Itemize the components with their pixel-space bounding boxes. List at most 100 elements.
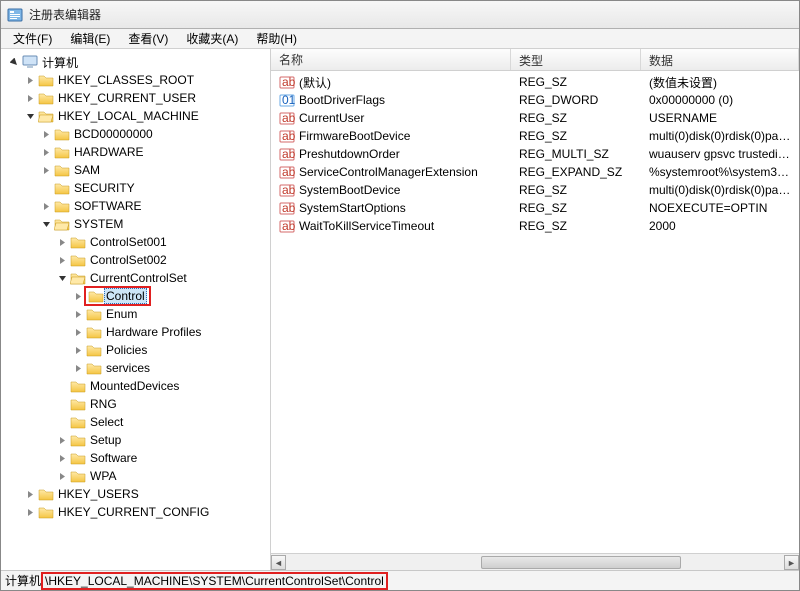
expand-icon[interactable] bbox=[41, 201, 52, 212]
title-bar: 注册表编辑器 bbox=[1, 1, 799, 29]
folder-icon bbox=[70, 397, 86, 411]
expand-icon[interactable] bbox=[73, 345, 84, 356]
tree-node-setup[interactable]: Setup bbox=[55, 431, 270, 449]
tree-node-mounted[interactable]: MountedDevices bbox=[55, 377, 270, 395]
tree-node-cs002[interactable]: ControlSet002 bbox=[55, 251, 270, 269]
tree-node-hkcc[interactable]: HKEY_CURRENT_CONFIG bbox=[23, 503, 270, 521]
value-type: REG_SZ bbox=[519, 129, 567, 143]
expand-icon[interactable] bbox=[57, 237, 68, 248]
reg-string-icon: ab bbox=[279, 110, 295, 126]
menu-help[interactable]: 帮助(H) bbox=[248, 28, 305, 49]
expand-icon[interactable] bbox=[57, 453, 68, 464]
tree-node-control[interactable]: Control bbox=[71, 287, 270, 305]
no-expand-icon bbox=[57, 381, 68, 392]
collapse-icon[interactable] bbox=[25, 111, 36, 122]
list-row[interactable]: ab SystemStartOptions REG_SZ NOEXECUTE=OPT… bbox=[271, 199, 799, 217]
list-body[interactable]: ab(默认)REG_SZ(数值未设置)011BootDriverFlagsREG… bbox=[271, 71, 799, 553]
tree-label: ControlSet002 bbox=[88, 253, 169, 267]
annotation-highlight: \HKEY_LOCAL_MACHINE\SYSTEM\CurrentContro… bbox=[41, 572, 388, 590]
expand-icon[interactable] bbox=[57, 435, 68, 446]
value-data: NOEXECUTE=OPTIN bbox=[649, 201, 767, 215]
list-row[interactable]: ab(默认)REG_SZ(数值未设置) bbox=[271, 73, 799, 91]
menu-view[interactable]: 查看(V) bbox=[120, 28, 176, 49]
expand-icon[interactable] bbox=[25, 489, 36, 500]
expand-icon[interactable] bbox=[25, 75, 36, 86]
tree-node-policies[interactable]: Policies bbox=[71, 341, 270, 359]
tree-node-software[interactable]: SOFTWARE bbox=[39, 197, 270, 215]
svg-text:ab: ab bbox=[282, 75, 295, 89]
tree-node-computer[interactable]: 计算机 bbox=[7, 53, 270, 71]
horizontal-scrollbar[interactable]: ◄ ► bbox=[271, 553, 799, 570]
tree-node-hardware[interactable]: HARDWARE bbox=[39, 143, 270, 161]
value-name: FirmwareBootDevice bbox=[299, 129, 410, 143]
tree-node-hkcr[interactable]: HKEY_CLASSES_ROOT bbox=[23, 71, 270, 89]
value-name: SystemStartOptions bbox=[299, 201, 406, 215]
app-icon bbox=[7, 7, 23, 23]
folder-icon bbox=[70, 451, 86, 465]
list-row[interactable]: abPreshutdownOrderREG_MULTI_SZwuauserv g… bbox=[271, 145, 799, 163]
tree-node-software2[interactable]: Software bbox=[55, 449, 270, 467]
collapse-icon[interactable] bbox=[9, 57, 20, 68]
tree-label: services bbox=[104, 361, 152, 375]
svg-text:011: 011 bbox=[282, 93, 295, 107]
tree-node-hklm[interactable]: HKEY_LOCAL_MACHINE bbox=[23, 107, 270, 125]
tree-node-rng[interactable]: RNG bbox=[55, 395, 270, 413]
tree-node-hku[interactable]: HKEY_USERS bbox=[23, 485, 270, 503]
collapse-icon[interactable] bbox=[41, 219, 52, 230]
tree-node-cs001[interactable]: ControlSet001 bbox=[55, 233, 270, 251]
expand-icon[interactable] bbox=[41, 147, 52, 158]
tree-pane[interactable]: 计算机 HKEY_CLASSES_ROOT HKEY_CURRENT_USER … bbox=[1, 49, 271, 570]
expand-icon[interactable] bbox=[73, 291, 84, 302]
list-row[interactable]: abFirmwareBootDeviceREG_SZmulti(0)disk(0… bbox=[271, 127, 799, 145]
scroll-thumb[interactable] bbox=[481, 556, 681, 569]
value-type: REG_SZ bbox=[519, 111, 567, 125]
list-row[interactable]: abServiceControlManagerExtensionREG_EXPA… bbox=[271, 163, 799, 181]
scroll-right-icon[interactable]: ► bbox=[784, 555, 799, 570]
menu-edit[interactable]: 编辑(E) bbox=[62, 28, 118, 49]
tree-node-hwprofiles[interactable]: Hardware Profiles bbox=[71, 323, 270, 341]
tree-node-system[interactable]: SYSTEM bbox=[39, 215, 270, 233]
folder-icon bbox=[70, 235, 86, 249]
list-row[interactable]: abSystemBootDeviceREG_SZmulti(0)disk(0)r… bbox=[271, 181, 799, 199]
tree-node-hkcu[interactable]: HKEY_CURRENT_USER bbox=[23, 89, 270, 107]
list-row[interactable]: 011BootDriverFlagsREG_DWORD0x00000000 (0… bbox=[271, 91, 799, 109]
column-label: 数据 bbox=[649, 54, 673, 68]
tree-node-services[interactable]: services bbox=[71, 359, 270, 377]
menu-file[interactable]: 文件(F) bbox=[5, 28, 60, 49]
list-row[interactable]: abCurrentUserREG_SZUSERNAME bbox=[271, 109, 799, 127]
menu-bar: 文件(F) 编辑(E) 查看(V) 收藏夹(A) 帮助(H) bbox=[1, 29, 799, 49]
tree-node-select[interactable]: Select bbox=[55, 413, 270, 431]
folder-icon bbox=[54, 199, 70, 213]
expand-icon[interactable] bbox=[73, 309, 84, 320]
tree-node-security[interactable]: SECURITY bbox=[39, 179, 270, 197]
svg-text:ab: ab bbox=[282, 129, 295, 143]
list-row[interactable]: abWaitToKillServiceTimeoutREG_SZ2000 bbox=[271, 217, 799, 235]
tree-node-bcd[interactable]: BCD00000000 bbox=[39, 125, 270, 143]
tree-node-wpa[interactable]: WPA bbox=[55, 467, 270, 485]
tree-node-sam[interactable]: SAM bbox=[39, 161, 270, 179]
collapse-icon[interactable] bbox=[57, 273, 68, 284]
value-type: REG_SZ bbox=[519, 201, 567, 215]
list-header: 名称 类型 数据 bbox=[271, 49, 799, 71]
tree-node-enum[interactable]: Enum bbox=[71, 305, 270, 323]
tree-node-ccs[interactable]: CurrentControlSet bbox=[55, 269, 270, 287]
tree-label: HKEY_CURRENT_CONFIG bbox=[56, 505, 211, 519]
column-header-data[interactable]: 数据 bbox=[641, 49, 799, 70]
reg-string-icon: ab bbox=[279, 200, 295, 216]
expand-icon[interactable] bbox=[41, 165, 52, 176]
column-header-name[interactable]: 名称 bbox=[271, 49, 511, 70]
expand-icon[interactable] bbox=[25, 507, 36, 518]
expand-icon[interactable] bbox=[57, 255, 68, 266]
menu-favorites[interactable]: 收藏夹(A) bbox=[178, 28, 246, 49]
value-data: USERNAME bbox=[649, 111, 717, 125]
expand-icon[interactable] bbox=[73, 363, 84, 374]
registry-tree: 计算机 HKEY_CLASSES_ROOT HKEY_CURRENT_USER … bbox=[5, 53, 270, 521]
scroll-left-icon[interactable]: ◄ bbox=[271, 555, 286, 570]
expand-icon[interactable] bbox=[41, 129, 52, 140]
expand-icon[interactable] bbox=[57, 471, 68, 482]
tree-label: HKEY_USERS bbox=[56, 487, 141, 501]
expand-icon[interactable] bbox=[73, 327, 84, 338]
expand-icon[interactable] bbox=[25, 93, 36, 104]
column-header-type[interactable]: 类型 bbox=[511, 49, 641, 70]
reg-dword-icon: 011 bbox=[279, 92, 295, 108]
